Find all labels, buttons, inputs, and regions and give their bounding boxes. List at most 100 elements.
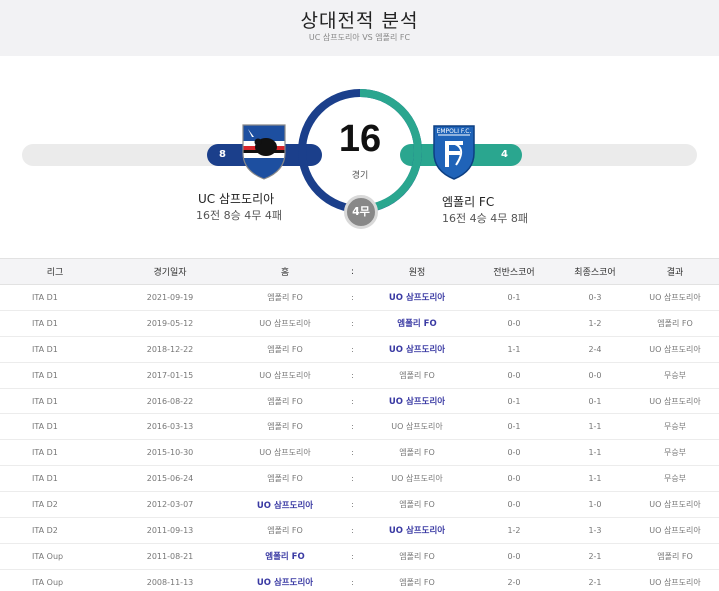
cell-league: ITA D1 bbox=[0, 413, 110, 441]
col-header-separator: : bbox=[340, 258, 365, 285]
cell-half-score: 0-0 bbox=[469, 439, 559, 467]
cell-league: ITA D1 bbox=[0, 284, 110, 311]
cell-home-team: 엠폴리 FO bbox=[230, 517, 340, 544]
cell-half-score: 1-2 bbox=[469, 517, 559, 544]
cell-final-score: 1-1 bbox=[559, 439, 631, 467]
cell-separator: : bbox=[340, 569, 365, 591]
cell-league: ITA D1 bbox=[0, 465, 110, 493]
cell-result: 무승부 bbox=[631, 362, 719, 389]
table-row[interactable]: ITA D1 2016-03-13 엠폴리 FO: UO 삼프도리아 0-1 1-1 무승부 bbox=[0, 413, 719, 441]
head-to-head-summary: 8 4 EMPOLI F.C. 16 경기 4무 UC 삼프도리아 16전 8승… bbox=[0, 56, 719, 258]
cell-away-team: 엠폴리 FO bbox=[365, 569, 469, 591]
cell-final-score: 2-4 bbox=[559, 336, 631, 363]
table-row[interactable]: ITA Oup 2008-11-13 UO 삼프도리아: 엠폴리 FO 2-0 2-1 UO… bbox=[0, 569, 719, 591]
cell-separator: : bbox=[340, 465, 365, 493]
cell-final-score: 0-0 bbox=[559, 362, 631, 389]
cell-final-score: 1-3 bbox=[559, 517, 631, 544]
cell-half-score: 0-1 bbox=[469, 413, 559, 441]
away-team-record: 16전 4승 4무 8패 bbox=[442, 212, 528, 225]
cell-away-team: UO 삼프도리아 bbox=[365, 388, 469, 415]
cell-separator: : bbox=[340, 310, 365, 337]
cell-result: UO 삼프도리아 bbox=[631, 517, 719, 544]
cell-result: 무승부 bbox=[631, 413, 719, 441]
cell-home-team: 엠폴리 FO bbox=[230, 543, 340, 570]
cell-final-score: 1-2 bbox=[559, 310, 631, 337]
cell-separator: : bbox=[340, 491, 365, 519]
cell-home-team: UO 삼프도리아 bbox=[230, 569, 340, 591]
cell-final-score: 2-1 bbox=[559, 543, 631, 570]
home-team-record: 16전 8승 4무 4패 bbox=[196, 209, 282, 222]
cell-date: 2012-03-07 bbox=[110, 491, 230, 519]
cell-separator: : bbox=[340, 439, 365, 467]
cell-date: 2018-12-22 bbox=[110, 336, 230, 363]
cell-away-team: 엠폴리 FO bbox=[365, 362, 469, 389]
cell-final-score: 2-1 bbox=[559, 569, 631, 591]
cell-final-score: 1-0 bbox=[559, 491, 631, 519]
table-row[interactable]: ITA D2 2012-03-07 UO 삼프도리아: 엠폴리 FO 0-0 1-0 UO … bbox=[0, 491, 719, 519]
cell-league: ITA D2 bbox=[0, 491, 110, 519]
cell-final-score: 1-1 bbox=[559, 465, 631, 493]
cell-separator: : bbox=[340, 517, 365, 544]
cell-result: 무승부 bbox=[631, 465, 719, 493]
table-row[interactable]: ITA D1 2018-12-22 엠폴리 FO: UO 삼프도리아 1-1 2-4 UO … bbox=[0, 336, 719, 363]
cell-result: UO 삼프도리아 bbox=[631, 336, 719, 363]
match-history-table: 리그 경기일자 홈 : 원정 전반스코어 최종스코어 결과 ITA D1 2021… bbox=[0, 258, 719, 591]
cell-away-team: UO 삼프도리아 bbox=[365, 413, 469, 441]
cell-result: UO 삼프도리아 bbox=[631, 491, 719, 519]
col-header-result: 결과 bbox=[631, 258, 719, 285]
cell-league: ITA D1 bbox=[0, 362, 110, 389]
cell-league: ITA D2 bbox=[0, 517, 110, 544]
cell-date: 2011-08-21 bbox=[110, 543, 230, 570]
table-row[interactable]: ITA D1 2021-09-19 엠폴리 FO: UO 삼프도리아 0-1 0-3 UO … bbox=[0, 284, 719, 311]
cell-date: 2017-01-15 bbox=[110, 362, 230, 389]
cell-league: ITA D1 bbox=[0, 310, 110, 337]
cell-half-score: 0-1 bbox=[469, 388, 559, 415]
table-row[interactable]: ITA D2 2011-09-13 엠폴리 FO: UO 삼프도리아 1-2 1-3 UO … bbox=[0, 517, 719, 544]
cell-half-score: 0-0 bbox=[469, 491, 559, 519]
cell-separator: : bbox=[340, 284, 365, 311]
page-subtitle: UC 삼프도리아 VS 엠폴리 FC bbox=[308, 33, 411, 42]
table-row[interactable]: ITA D1 2015-10-30 UO 삼프도리아: 엠폴리 FO 0-0 1-1 무승부 bbox=[0, 439, 719, 467]
col-header-home: 홈 bbox=[230, 258, 340, 285]
cell-result: UO 삼프도리아 bbox=[631, 284, 719, 311]
cell-date: 2011-09-13 bbox=[110, 517, 230, 544]
table-row[interactable]: ITA D1 2019-05-12 UO 삼프도리아: 엠폴리 FO 0-0 1-2 엠폴리… bbox=[0, 310, 719, 337]
cell-separator: : bbox=[340, 388, 365, 415]
table-row[interactable]: ITA Oup 2011-08-21 엠폴리 FO: 엠폴리 FO 0-0 2-1 엠폴리 … bbox=[0, 543, 719, 570]
cell-half-score: 0-0 bbox=[469, 465, 559, 493]
table-row[interactable]: ITA D1 2016-08-22 엠폴리 FO: UO 삼프도리아 0-1 0-1 UO … bbox=[0, 388, 719, 415]
cell-home-team: 엠폴리 FO bbox=[230, 388, 340, 415]
cell-home-team: 엠폴리 FO bbox=[230, 465, 340, 493]
cell-result: 엠폴리 FO bbox=[631, 310, 719, 337]
cell-away-team: 엠폴리 FO bbox=[365, 491, 469, 519]
cell-league: ITA D1 bbox=[0, 439, 110, 467]
cell-final-score: 0-3 bbox=[559, 284, 631, 311]
cell-date: 2015-10-30 bbox=[110, 439, 230, 467]
empoli-logo: EMPOLI F.C. bbox=[430, 123, 478, 185]
page-title: 상대전적 분석 bbox=[300, 10, 419, 32]
cell-league: ITA Oup bbox=[0, 569, 110, 591]
cell-home-team: UO 삼프도리아 bbox=[230, 439, 340, 467]
cell-separator: : bbox=[340, 362, 365, 389]
cell-home-team: UO 삼프도리아 bbox=[230, 491, 340, 519]
cell-away-team: UO 삼프도리아 bbox=[365, 465, 469, 493]
cell-away-team: UO 삼프도리아 bbox=[365, 517, 469, 544]
cell-date: 2016-08-22 bbox=[110, 388, 230, 415]
away-team-name: 엠폴리 FC bbox=[442, 195, 495, 209]
cell-date: 2015-06-24 bbox=[110, 465, 230, 493]
cell-away-team: UO 삼프도리아 bbox=[365, 284, 469, 311]
cell-away-team: 엠폴리 FO bbox=[365, 543, 469, 570]
table-row[interactable]: ITA D1 2015-06-24 엠폴리 FO: UO 삼프도리아 0-0 1-1 무승부 bbox=[0, 465, 719, 493]
cell-away-team: 엠폴리 FO bbox=[365, 310, 469, 337]
cell-league: ITA Oup bbox=[0, 543, 110, 570]
sampdoria-logo bbox=[240, 123, 288, 185]
cell-home-team: 엠폴리 FO bbox=[230, 284, 340, 311]
col-header-half-score: 전반스코어 bbox=[469, 258, 559, 285]
cell-date: 2008-11-13 bbox=[110, 569, 230, 591]
cell-date: 2019-05-12 bbox=[110, 310, 230, 337]
cell-away-team: 엠폴리 FO bbox=[365, 439, 469, 467]
table-row[interactable]: ITA D1 2017-01-15 UO 삼프도리아: 엠폴리 FO 0-0 0-0 무승부 bbox=[0, 362, 719, 389]
cell-date: 2016-03-13 bbox=[110, 413, 230, 441]
cell-result: UO 삼프도리아 bbox=[631, 569, 719, 591]
col-header-final-score: 최종스코어 bbox=[559, 258, 631, 285]
